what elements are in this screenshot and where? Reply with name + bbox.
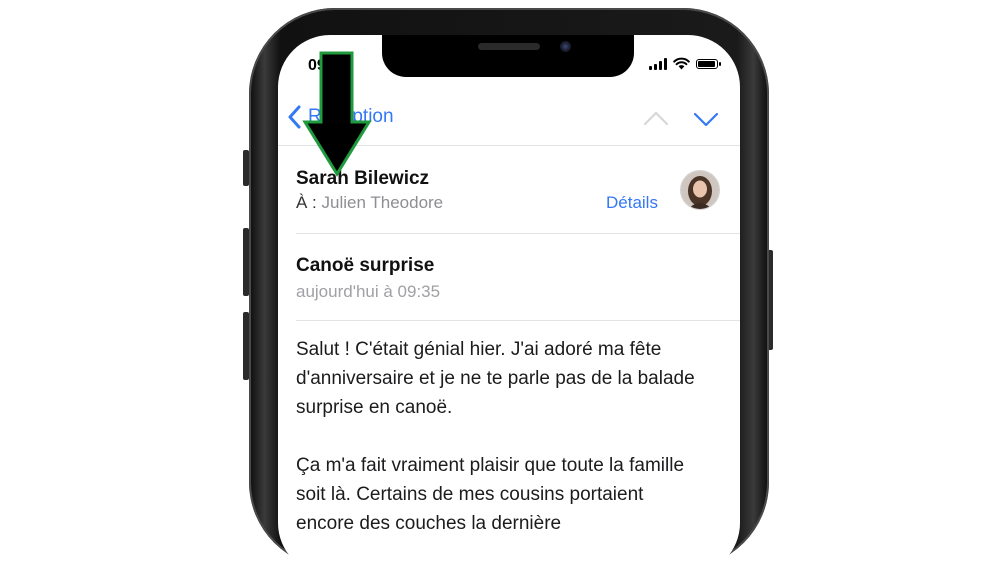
wifi-icon: [673, 57, 690, 70]
subject-divider: [296, 320, 740, 321]
cellular-signal-icon: [649, 57, 667, 70]
earpiece-speaker: [478, 43, 540, 50]
battery-icon: [696, 58, 721, 69]
chevron-down-icon[interactable]: [692, 105, 720, 133]
message-body: Salut ! C'était génial hier. J'ai adoré …: [296, 335, 706, 567]
annotation-arrow-down-icon: [302, 51, 372, 177]
recipient-name[interactable]: Julien Theodore: [322, 193, 444, 212]
message-navigation: [642, 105, 720, 133]
status-icons: [649, 57, 721, 70]
message-subject: Canoë surprise: [296, 255, 435, 276]
chevron-up-icon[interactable]: [642, 105, 670, 133]
to-label: À :: [296, 193, 317, 212]
front-camera: [560, 41, 571, 52]
details-link[interactable]: Détails: [606, 193, 658, 213]
avatar-image: [681, 171, 719, 209]
notch: [382, 35, 634, 77]
header-divider: [296, 233, 740, 234]
body-paragraph: Ça m'a fait vraiment plaisir que toute l…: [296, 455, 685, 534]
body-paragraph: Salut ! C'était génial hier. J'ai adoré …: [296, 339, 695, 418]
message-date: aujourd'hui à 09:35: [296, 282, 441, 301]
recipient-line: À : Julien Theodore: [296, 193, 443, 213]
chevron-left-icon: [288, 105, 301, 129]
avatar[interactable]: [680, 170, 720, 210]
